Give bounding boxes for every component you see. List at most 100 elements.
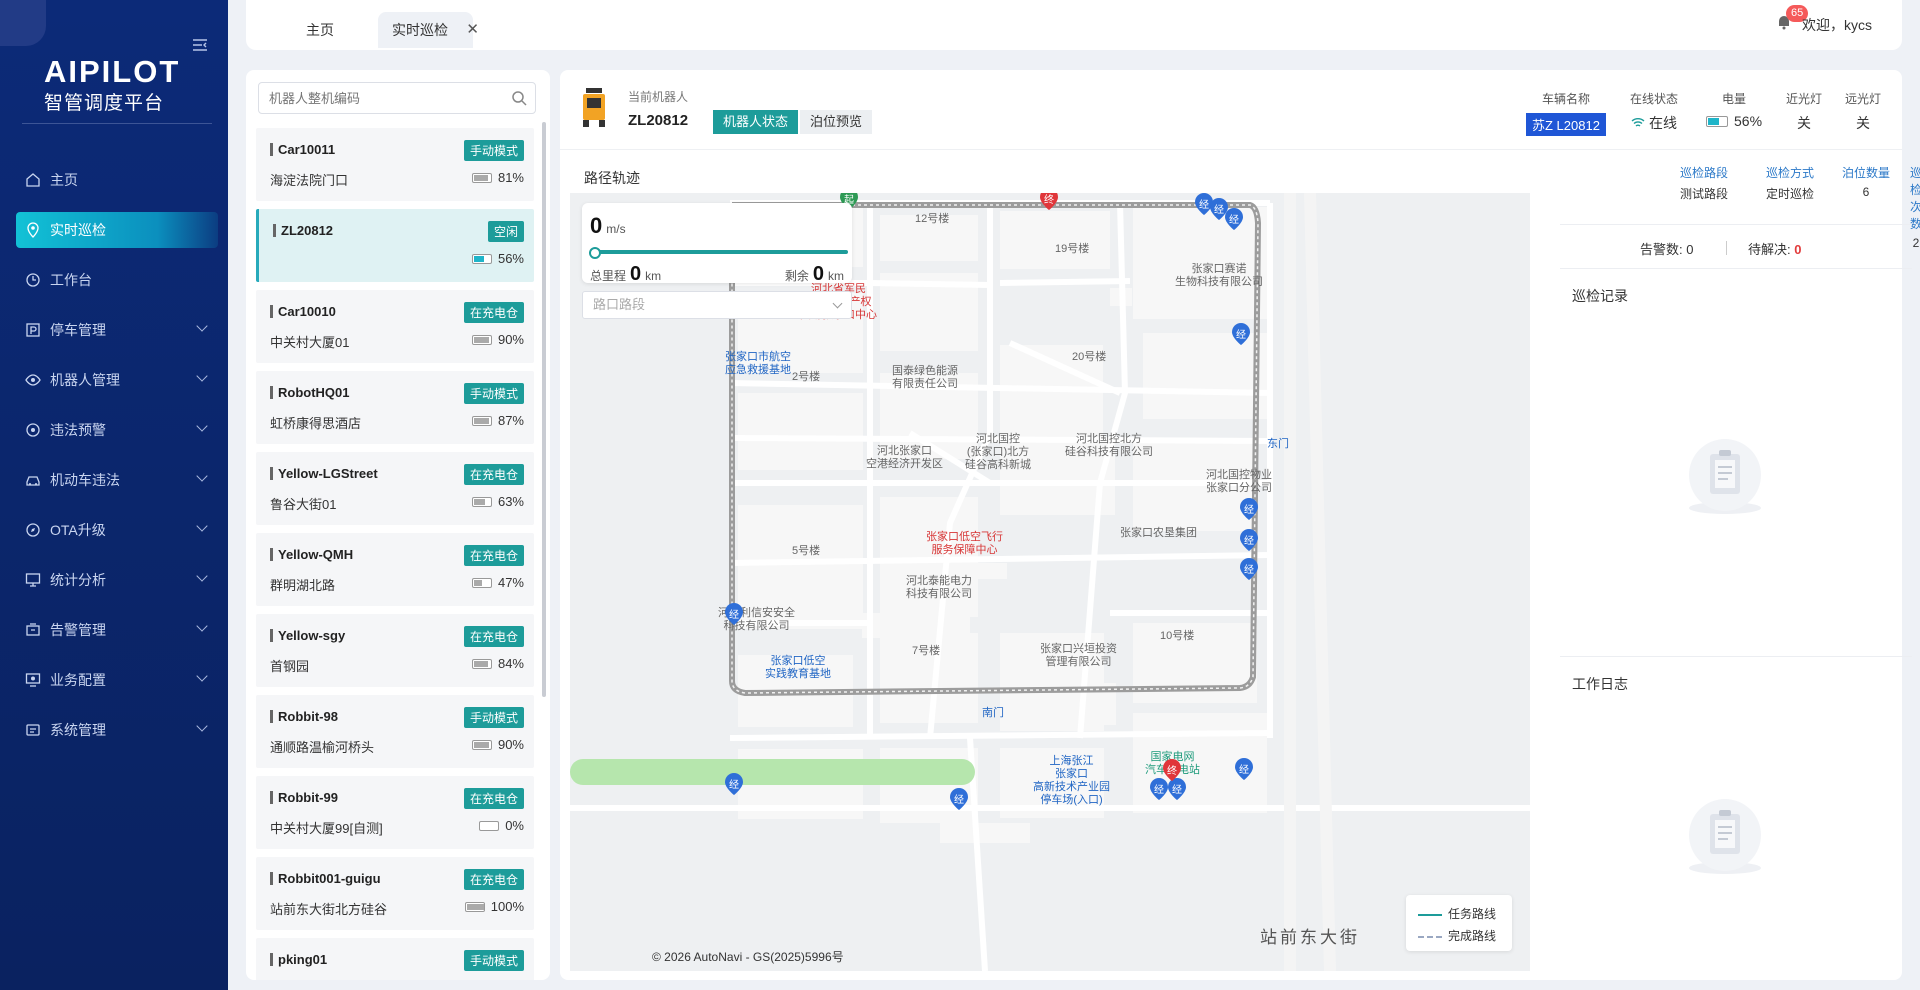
sidebar-item-workbench[interactable]: 工作台: [0, 255, 228, 305]
sidebar-item-parking[interactable]: 停车管理: [0, 305, 228, 355]
sidebar-item-alarm[interactable]: 告警管理: [0, 605, 228, 655]
robot-card[interactable]: Car10011 手动模式 海淀法院门口 81%: [256, 128, 534, 201]
waypoint-marker-icon[interactable]: 经: [1240, 558, 1258, 580]
map-poi-label[interactable]: 国泰绿色能源 有限责任公司: [892, 365, 958, 391]
waypoint-marker-icon[interactable]: 经: [1235, 758, 1253, 780]
sidebar-item-label: OTA升级: [50, 522, 106, 538]
robot-card[interactable]: Yellow-QMH 在充电仓 群明湖北路 47%: [256, 533, 534, 606]
marker-label: 终: [1044, 195, 1054, 206]
route-map[interactable]: 12号楼19号楼张家口赛诺 生物科技有限公司河北省军民 融合知识产权 交易张家口…: [570, 193, 1530, 971]
map-poi-label[interactable]: 河北张家口 空港经济开发区: [866, 445, 943, 471]
tab-berth-preview[interactable]: 泊位预览: [800, 110, 873, 134]
stat-key: 电量: [1722, 92, 1747, 106]
sidebar-item-home[interactable]: 主页: [0, 155, 228, 205]
search-icon[interactable]: [511, 90, 527, 109]
waypoint-marker-icon[interactable]: 经: [1232, 323, 1250, 345]
end-marker-icon[interactable]: 终: [1040, 193, 1058, 210]
map-poi-label[interactable]: 12号楼: [915, 213, 949, 226]
chevron-down-icon: [196, 570, 208, 582]
robot-card[interactable]: pking01 手动模式: [256, 938, 534, 980]
battery-value: 87%: [497, 413, 524, 428]
chevron-down-icon: [832, 298, 843, 309]
sidebar-item-business-config[interactable]: 业务配置: [0, 655, 228, 705]
map-poi-label[interactable]: 张家口兴垣投资 管理有限公司: [1040, 643, 1117, 669]
stat-value: 56%: [1734, 113, 1763, 129]
route-select[interactable]: 路口路段: [582, 291, 852, 319]
map-poi-label[interactable]: 上海张江 张家口 高新技术产业园 停车场(入口): [1033, 755, 1110, 807]
end-marker-icon[interactable]: 终: [1163, 759, 1181, 781]
location-pin-icon: [24, 222, 42, 238]
battery-icon: [471, 739, 492, 750]
config-icon: [24, 672, 42, 688]
map-poi-label[interactable]: 20号楼: [1072, 351, 1106, 364]
robot-card[interactable]: Yellow-LGStreet 在充电仓 鲁谷大街01 63%: [256, 452, 534, 525]
map-poi-label[interactable]: 河北泰能电力 科技有限公司: [906, 575, 972, 601]
welcome-user[interactable]: 欢迎，kycs: [1802, 15, 1872, 35]
waypoint-marker-icon[interactable]: 经: [1150, 778, 1168, 800]
marker-label: 经: [1154, 785, 1164, 796]
waypoint-marker-icon[interactable]: 经: [1240, 498, 1258, 520]
waypoint-marker-icon[interactable]: 经: [1240, 529, 1258, 551]
sidebar-item-vehicle-violation[interactable]: 机动车违法: [0, 455, 228, 505]
stat-patrol-times: 巡检次数 2: [1910, 164, 1920, 250]
sidebar-item-violation-warning[interactable]: 违法预警: [0, 405, 228, 455]
wifi-icon: [1631, 115, 1645, 131]
sidebar-item-ota[interactable]: OTA升级: [0, 505, 228, 555]
map-poi-label[interactable]: 张家口农垦集团: [1120, 527, 1197, 540]
close-tab-icon[interactable]: ✕: [466, 12, 479, 48]
robot-card[interactable]: ZL20812 空闲 56%: [256, 209, 534, 282]
status-badge: 在充电仓: [463, 545, 524, 566]
waypoint-marker-icon[interactable]: 经: [950, 788, 968, 810]
sidebar-item-realtime-patrol[interactable]: 实时巡检: [16, 212, 218, 248]
robot-search-input[interactable]: [259, 83, 489, 113]
robot-card[interactable]: Car10010 在充电仓 中关村大厦01 90%: [256, 290, 534, 363]
map-poi-label[interactable]: 张家口低空 实践教育基地: [765, 655, 831, 681]
robot-list: Car10011 手动模式 海淀法院门口 81% ZL20812 空闲 56% Car1001…: [256, 128, 534, 980]
stat-value: 关: [1797, 115, 1811, 131]
robot-card[interactable]: Robbit-99 在充电仓 中关村大厦99[自测] 0%: [256, 776, 534, 849]
divider: [1560, 268, 1912, 269]
sidebar-item-label: 违法预警: [50, 422, 106, 438]
list-scrollbar[interactable]: [542, 122, 546, 697]
robot-name: Yellow-QMH: [270, 547, 353, 562]
map-poi-label[interactable]: 19号楼: [1055, 243, 1089, 256]
robot-card[interactable]: RobotHQ01 手动模式 虹桥康得思酒店 87%: [256, 371, 534, 444]
marker-label: 经: [1239, 765, 1249, 776]
map-poi-label[interactable]: 河北国控物业 张家口分公司: [1206, 469, 1272, 495]
car-icon: [24, 472, 42, 488]
tab-home[interactable]: 主页: [306, 12, 334, 48]
sidebar-item-statistics[interactable]: 统计分析: [0, 555, 228, 605]
sidebar-item-system[interactable]: 系统管理: [0, 705, 228, 755]
map-poi-label[interactable]: 2号楼: [792, 371, 820, 384]
map-poi-label[interactable]: 张家口低空飞行 服务保障中心: [926, 531, 1003, 557]
map-poi-label[interactable]: 河北国控北方 硅谷科技有限公司: [1065, 433, 1153, 459]
road-name: 站前东大街: [1260, 928, 1360, 947]
waypoint-marker-icon[interactable]: 经: [1225, 208, 1243, 230]
map-poi-label[interactable]: 张家口赛诺 生物科技有限公司: [1175, 263, 1263, 289]
waypoint-marker-icon[interactable]: 经: [1168, 778, 1186, 800]
sidebar: AIPILOT 智管调度平台 主页 实时巡检 工作台 停车管理 机器人管理 违法…: [0, 0, 228, 990]
map-poi-label[interactable]: 东门: [1267, 438, 1289, 451]
pending-value: 0: [1794, 242, 1802, 257]
sidebar-item-label: 系统管理: [50, 722, 106, 738]
robot-card[interactable]: Robbit-98 手动模式 通顺路温榆河桥头 90%: [256, 695, 534, 768]
battery-icon: [471, 334, 492, 345]
robot-name: Yellow-LGStreet: [270, 466, 378, 481]
waypoint-marker-icon[interactable]: 经: [725, 773, 743, 795]
map-poi-label[interactable]: 10号楼: [1160, 630, 1194, 643]
collapse-menu-icon[interactable]: [193, 38, 207, 55]
map-poi-label[interactable]: 7号楼: [912, 645, 940, 658]
robot-card[interactable]: Yellow-sgy 在充电仓 首钢园 84%: [256, 614, 534, 687]
waypoint-marker-icon[interactable]: 经: [725, 603, 743, 625]
map-poi-label[interactable]: 南门: [982, 707, 1004, 720]
stat-value: 在线: [1649, 115, 1677, 131]
divider: [1560, 656, 1912, 657]
map-poi-label[interactable]: 河北国控 (张家口)北方 硅谷高科新城: [965, 433, 1031, 472]
map-poi-label[interactable]: 5号楼: [792, 545, 820, 558]
battery-icon: [471, 496, 492, 507]
map-poi-label[interactable]: 张家口市航空 应急救援基地: [725, 351, 791, 377]
sidebar-item-robot-management[interactable]: 机器人管理: [0, 355, 228, 405]
tab-realtime-patrol[interactable]: 实时巡检 ✕: [378, 12, 479, 48]
tab-robot-status[interactable]: 机器人状态: [713, 110, 799, 134]
robot-card[interactable]: Robbit001-guigu 在充电仓 站前东大街北方硅谷 100%: [256, 857, 534, 930]
